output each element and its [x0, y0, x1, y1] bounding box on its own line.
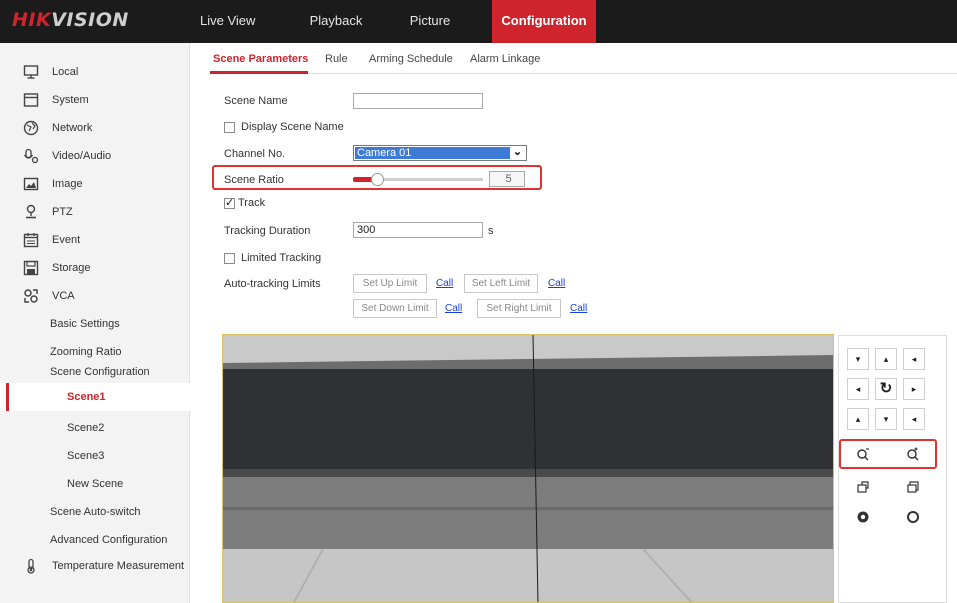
sidebar-item-label: Storage	[52, 262, 91, 274]
tracking-duration-label: Tracking Duration	[224, 225, 311, 237]
ptz-control-panel: ▾ ▴ ◂ ◂ ↻ ▸ ▴ ▾ ◂	[838, 335, 947, 603]
vca-icon	[24, 289, 38, 303]
sidebar-item-label: System	[52, 94, 89, 106]
sidebar-item-advanced-configuration[interactable]: Advanced Configuration	[0, 526, 190, 554]
ptz-auto-rotate-button[interactable]: ↻	[875, 378, 897, 400]
call-right-limit-link[interactable]: Call	[570, 303, 587, 314]
focus-far-button[interactable]	[893, 476, 933, 498]
tab-alarm-linkage[interactable]: Alarm Linkage	[470, 53, 540, 65]
display-scene-name-label: Display Scene Name	[241, 121, 344, 133]
sidebar-item-label: Image	[52, 178, 83, 190]
set-left-limit-button[interactable]: Set Left Limit	[464, 274, 538, 293]
scene-name-label: Scene Name	[224, 95, 288, 107]
zoom-highlight-box	[839, 439, 937, 469]
sidebar-item-label: Temperature Measurement	[52, 560, 185, 572]
call-left-limit-link[interactable]: Call	[548, 278, 565, 289]
iris-close-button[interactable]	[893, 506, 933, 528]
sidebar-item-new-scene[interactable]: New Scene	[0, 470, 190, 498]
sidebar-item-scene2[interactable]: Scene2	[0, 414, 190, 442]
track-checkbox[interactable]	[224, 196, 235, 209]
sidebar-item-video-audio[interactable]: Video/Audio	[0, 142, 190, 170]
ptz-down-left-2-button[interactable]: ▴	[847, 408, 869, 430]
sidebar-item-vca[interactable]: VCA	[0, 282, 190, 310]
sidebar-item-label: Local	[52, 66, 79, 78]
sidebar-item-label: PTZ	[52, 206, 73, 218]
sidebar-item-scene1[interactable]: Scene1	[0, 383, 190, 411]
sidebar-item-label: Video/Audio	[52, 150, 112, 162]
storage-icon	[23, 260, 39, 276]
sidebar-item-image[interactable]: Image	[0, 170, 190, 198]
ptz-right-button[interactable]: ▸	[903, 378, 925, 400]
image-icon	[23, 177, 39, 191]
sidebar-item-basic-settings[interactable]: Basic Settings	[0, 310, 190, 338]
sidebar-item-storage[interactable]: Storage	[0, 254, 190, 282]
camera-scene-image	[223, 335, 833, 602]
sidebar: Local System Network Video/Audio Image P…	[0, 43, 190, 603]
sidebar-item-local[interactable]: Local	[0, 58, 190, 86]
ptz-down-left-button[interactable]: ▾	[847, 348, 869, 370]
tab-rule[interactable]: Rule	[325, 53, 348, 65]
tab-active-indicator	[210, 71, 308, 74]
focus-near-icon	[857, 481, 869, 493]
iris-close-icon	[907, 511, 919, 523]
tab-arming-schedule[interactable]: Arming Schedule	[369, 53, 453, 65]
tab-scene-parameters[interactable]: Scene Parameters	[213, 53, 308, 65]
chevron-down-icon: ⌄	[512, 146, 523, 158]
set-up-limit-button[interactable]: Set Up Limit	[353, 274, 427, 293]
tab-divider	[210, 73, 957, 74]
ptz-left-button[interactable]: ◂	[847, 378, 869, 400]
iris-open-button[interactable]	[843, 506, 883, 528]
set-right-limit-button[interactable]: Set Right Limit	[477, 299, 561, 318]
sidebar-item-label: VCA	[52, 290, 75, 302]
set-down-limit-button[interactable]: Set Down Limit	[353, 299, 437, 318]
thermometer-icon	[27, 558, 35, 574]
ptz-up-button[interactable]: ▴	[875, 348, 897, 370]
nav-playback[interactable]: Playback	[306, 0, 366, 43]
channel-select[interactable]: Camera 01 ⌄	[353, 145, 527, 161]
sidebar-item-network[interactable]: Network	[0, 114, 190, 142]
auto-tracking-limits-label: Auto-tracking Limits	[224, 278, 321, 290]
channel-selected-value: Camera 01	[355, 147, 510, 159]
ptz-down-right-button[interactable]: ◂	[903, 408, 925, 430]
sidebar-item-label: Network	[52, 122, 93, 134]
system-icon	[23, 93, 39, 107]
call-up-limit-link[interactable]: Call	[436, 278, 453, 289]
ptz-down-button[interactable]: ▾	[875, 408, 897, 430]
focus-far-icon	[907, 481, 919, 493]
display-scene-name-checkbox[interactable]	[224, 122, 235, 133]
nav-configuration[interactable]: Configuration	[492, 0, 596, 43]
sidebar-item-scene-auto-switch[interactable]: Scene Auto-switch	[0, 498, 190, 526]
iris-open-icon	[857, 511, 869, 523]
call-down-limit-link[interactable]: Call	[445, 303, 462, 314]
focus-near-button[interactable]	[843, 476, 883, 498]
tracking-duration-unit: s	[488, 225, 494, 237]
scene-ratio-highlight-box	[212, 165, 542, 190]
sidebar-item-scene-configuration[interactable]: Scene Configuration	[0, 358, 190, 386]
track-label: Track	[238, 197, 266, 209]
sidebar-item-system[interactable]: System	[0, 86, 190, 114]
ptz-up-right-button[interactable]: ◂	[903, 348, 925, 370]
nav-picture[interactable]: Picture	[400, 0, 460, 43]
channel-no-label: Channel No.	[224, 148, 286, 160]
limited-tracking-label: Limited Tracking	[241, 252, 322, 264]
tracking-duration-input[interactable]: 300	[353, 222, 483, 238]
top-bar: HIKVISION Live View Playback Picture Con…	[0, 0, 957, 43]
hikvision-logo: HIKVISION	[12, 9, 129, 31]
ptz-icon	[26, 204, 36, 219]
monitor-icon	[23, 65, 39, 79]
nav-live-view[interactable]: Live View	[200, 0, 260, 43]
sidebar-item-ptz[interactable]: PTZ	[0, 198, 190, 226]
sidebar-item-scene3[interactable]: Scene3	[0, 442, 190, 470]
video-audio-icon	[24, 148, 39, 164]
sidebar-item-label: Event	[52, 234, 81, 246]
live-video-preview[interactable]	[222, 334, 834, 603]
scene-name-input[interactable]	[353, 93, 483, 109]
limited-tracking-checkbox[interactable]	[224, 253, 235, 264]
sidebar-item-event[interactable]: Event	[0, 226, 190, 254]
globe-icon	[23, 120, 39, 136]
calendar-icon	[23, 233, 39, 248]
sidebar-item-temperature[interactable]: Temperature Measurement	[0, 552, 190, 580]
